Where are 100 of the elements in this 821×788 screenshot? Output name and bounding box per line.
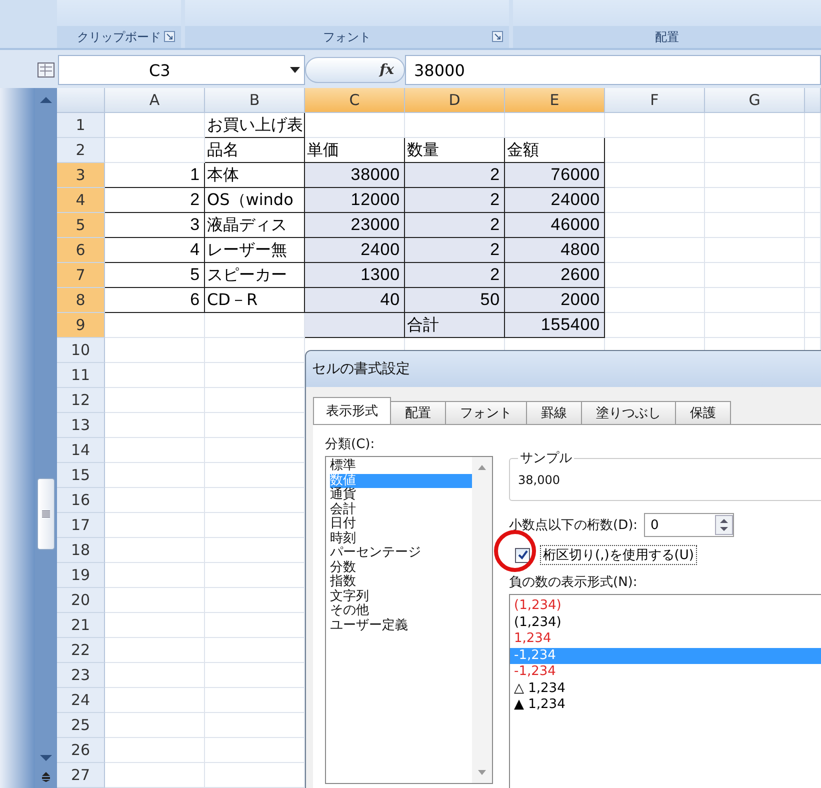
column-header[interactable]: G xyxy=(705,88,805,113)
category-item[interactable]: 指数 xyxy=(330,575,472,590)
table-cell: 24000 xyxy=(505,188,605,213)
row-header[interactable]: 6 xyxy=(57,238,105,263)
tab[interactable]: 配置 xyxy=(390,401,446,425)
row-header[interactable]: 12 xyxy=(57,388,105,413)
row-header[interactable]: 10 xyxy=(57,338,105,363)
table-cell: 38000 xyxy=(305,163,405,188)
table-cell: 50 xyxy=(405,288,505,313)
table-cell xyxy=(805,263,821,288)
row-header[interactable]: 18 xyxy=(57,538,105,563)
column-header[interactable]: D xyxy=(405,88,505,113)
sheet-icon[interactable] xyxy=(37,61,55,79)
formula-field[interactable]: 38000 xyxy=(405,55,821,85)
category-item[interactable]: 通貨 xyxy=(330,488,472,502)
vertical-scrollbar[interactable] xyxy=(35,88,57,788)
row-header[interactable]: 14 xyxy=(57,438,105,463)
dialog-title: セルの書式設定 xyxy=(312,360,410,378)
row-header[interactable]: 9 xyxy=(57,313,105,338)
row-header[interactable]: 13 xyxy=(57,413,105,438)
table-cell: 5 xyxy=(105,263,205,288)
tab[interactable]: 保護 xyxy=(675,401,731,425)
row-header[interactable]: 19 xyxy=(57,563,105,588)
separator-checkbox[interactable] xyxy=(515,548,530,562)
scroll-thumb[interactable] xyxy=(37,478,55,550)
column-header[interactable]: C xyxy=(305,88,405,113)
table-cell xyxy=(805,138,821,163)
split-icon[interactable] xyxy=(41,772,51,782)
column-header[interactable]: A xyxy=(105,88,205,113)
category-item[interactable]: 日付 xyxy=(330,517,472,532)
insert-function-button[interactable]: fx xyxy=(305,57,405,83)
negative-format-item[interactable]: 1,234 xyxy=(510,631,821,648)
row-header[interactable]: 27 xyxy=(57,763,105,788)
table-cell: OS（windo xyxy=(205,188,305,213)
spinner-icon[interactable] xyxy=(714,515,733,535)
table-cell: 40 xyxy=(305,288,405,313)
category-list[interactable]: 標準 数値 通貨 会計 日付 時刻 パーセンテージ 分数 指数 文字列 その他 ユーザー定義 xyxy=(325,456,493,784)
caret-icon[interactable] xyxy=(290,66,300,74)
category-item[interactable]: パーセンテージ xyxy=(330,546,472,560)
row-header[interactable]: 7 xyxy=(57,263,105,288)
scroll-up-icon[interactable] xyxy=(40,96,52,104)
row-header[interactable]: 21 xyxy=(57,613,105,638)
dialog-launcher-icon[interactable] xyxy=(492,31,503,42)
table-cell xyxy=(805,188,821,213)
row-header[interactable]: 22 xyxy=(57,638,105,663)
separator-label[interactable]: 桁区切り(,)を使用する(U) xyxy=(540,545,697,565)
row-header[interactable]: 15 xyxy=(57,463,105,488)
row-header[interactable]: 25 xyxy=(57,713,105,738)
table-cell xyxy=(805,288,821,313)
negative-format-item[interactable]: -1,234 xyxy=(510,664,821,680)
tab[interactable]: 罫線 xyxy=(526,401,582,425)
category-item[interactable]: 文字列 xyxy=(330,590,472,604)
category-item[interactable]: 時刻 xyxy=(330,532,472,546)
row-header[interactable]: 23 xyxy=(57,663,105,688)
row-header[interactable]: 1 xyxy=(57,113,105,138)
dialog-launcher-icon[interactable] xyxy=(164,31,176,42)
category-item[interactable]: 標準 xyxy=(330,459,472,474)
table-cell: 4800 xyxy=(505,238,605,263)
row-header[interactable]: 24 xyxy=(57,688,105,713)
row-header[interactable]: 16 xyxy=(57,488,105,513)
column-header[interactable]: B xyxy=(205,88,305,113)
tab[interactable]: フォント xyxy=(445,401,527,425)
row-header[interactable]: 2 xyxy=(57,138,105,163)
row-header[interactable]: 17 xyxy=(57,513,105,538)
tab[interactable]: 表示形式 xyxy=(313,397,391,425)
scroll-down-icon[interactable] xyxy=(40,754,52,762)
row-header[interactable]: 26 xyxy=(57,738,105,763)
category-item[interactable]: ユーザー定義 xyxy=(330,618,472,633)
row-header[interactable]: 3 xyxy=(57,163,105,188)
check-icon xyxy=(518,550,528,560)
negative-format-item[interactable]: △ 1,234 xyxy=(510,680,821,697)
table-cell xyxy=(805,238,821,263)
row-header[interactable]: 11 xyxy=(57,363,105,388)
category-item[interactable]: 会計 xyxy=(330,502,472,517)
negative-format-item[interactable]: (1,234) xyxy=(510,614,821,631)
row-header[interactable]: 20 xyxy=(57,588,105,613)
row-header[interactable]: 5 xyxy=(57,213,105,238)
category-label: 分類(C): xyxy=(325,436,376,453)
column-header-filler xyxy=(805,88,821,113)
table-cell: 2600 xyxy=(505,263,605,288)
scroll-down-icon[interactable] xyxy=(478,770,486,775)
table-cell: 品名 xyxy=(205,138,305,163)
name-box[interactable]: C3 xyxy=(58,55,305,85)
row-header[interactable]: 4 xyxy=(57,188,105,213)
sample-value: 38,000 xyxy=(518,473,560,487)
negative-format-item[interactable]: (1,234) xyxy=(510,598,821,614)
scroll-up-icon[interactable] xyxy=(478,465,486,470)
row-header[interactable]: 8 xyxy=(57,288,105,313)
category-item[interactable]: 分数 xyxy=(330,560,472,575)
table-cell: 2 xyxy=(105,188,205,213)
table-cell xyxy=(805,213,821,238)
column-header[interactable]: E xyxy=(505,88,605,113)
category-item[interactable]: その他 xyxy=(330,604,472,618)
negative-format-list[interactable]: (1,234) (1,234) 1,234 -1,234 -1,234 △ 1,234 ▲ 1,234 xyxy=(509,594,821,788)
column-header[interactable]: F xyxy=(605,88,705,113)
table-cell: お買い上げ表 xyxy=(205,113,305,138)
negative-format-label: 負の数の表示形式(N): xyxy=(509,574,638,591)
negative-format-item[interactable]: ▲ 1,234 xyxy=(510,697,821,714)
decimal-places-field[interactable]: 0 xyxy=(644,513,734,537)
tab[interactable]: 塗りつぶし xyxy=(581,401,676,425)
